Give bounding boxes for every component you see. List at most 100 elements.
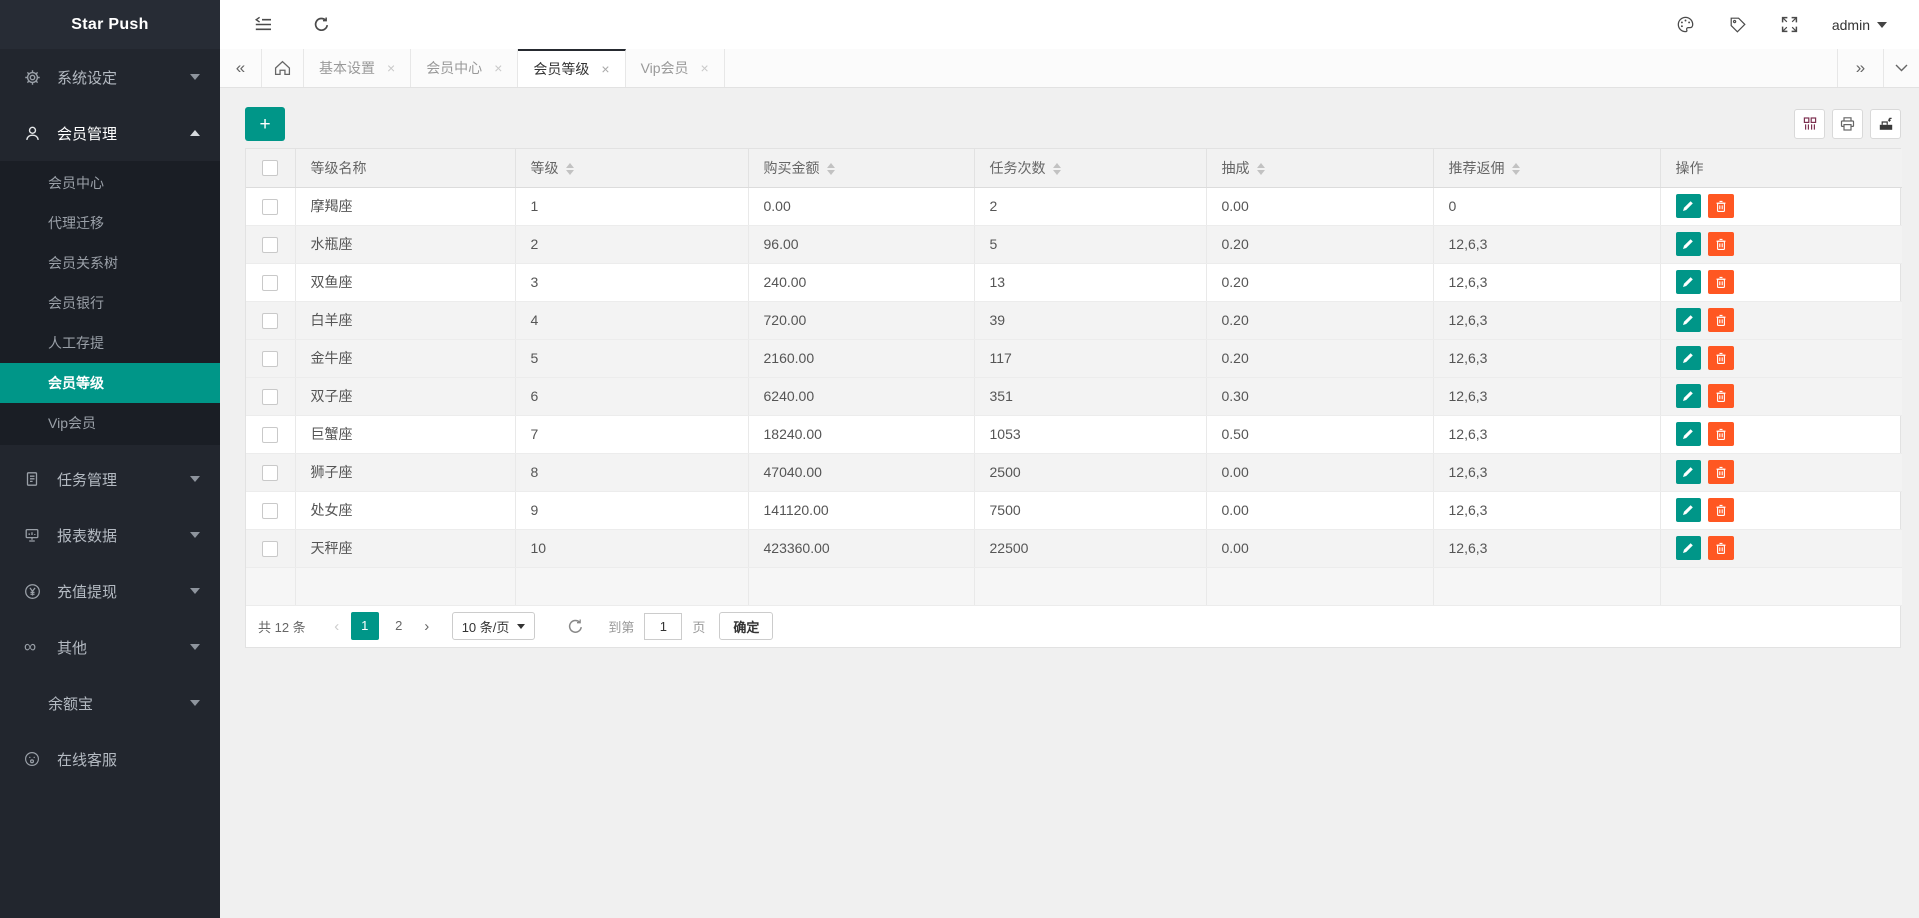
edit-button[interactable]: [1676, 232, 1701, 256]
cell-referral: 12,6,3: [1433, 491, 1660, 529]
sort-icon[interactable]: [1257, 163, 1265, 175]
cell-actions: [1660, 301, 1902, 339]
column-header-tasks[interactable]: 任务次数: [974, 149, 1206, 187]
sidebar-item-report-data[interactable]: 报表数据: [0, 507, 220, 563]
sidebar-item-member-tree[interactable]: 会员关系树: [0, 243, 220, 283]
tab-member-level[interactable]: 会员等级 ×: [518, 49, 625, 87]
topbar-left: [254, 16, 330, 33]
column-header-commission[interactable]: 抽成: [1206, 149, 1433, 187]
delete-button[interactable]: [1708, 232, 1734, 256]
page-size-select[interactable]: 10 条/页: [452, 612, 536, 640]
cell-amount: 0.00: [748, 187, 974, 225]
sidebar-item-recharge-withdraw[interactable]: 充值提现: [0, 563, 220, 619]
user-menu[interactable]: admin: [1832, 17, 1887, 33]
edit-button[interactable]: [1676, 422, 1701, 446]
delete-button[interactable]: [1708, 270, 1734, 294]
tab-vip-member[interactable]: Vip会员 ×: [626, 49, 725, 87]
column-header-amount[interactable]: 购买金额: [748, 149, 974, 187]
select-all-checkbox[interactable]: [262, 160, 278, 176]
edit-button[interactable]: [1676, 308, 1701, 332]
row-checkbox[interactable]: [262, 351, 278, 367]
fullscreen-icon[interactable]: [1781, 16, 1798, 33]
home-icon[interactable]: [262, 49, 304, 87]
tab-member-center[interactable]: 会员中心 ×: [411, 49, 518, 87]
edit-button[interactable]: [1676, 460, 1701, 484]
delete-button[interactable]: [1708, 460, 1734, 484]
close-icon[interactable]: ×: [701, 60, 709, 76]
collapse-sidebar-icon[interactable]: [254, 16, 273, 33]
row-checkbox[interactable]: [262, 199, 278, 215]
cell-level-name: 双子座: [295, 377, 515, 415]
sidebar-item-member-center[interactable]: 会员中心: [0, 163, 220, 203]
close-icon[interactable]: ×: [601, 61, 609, 77]
close-icon[interactable]: ×: [387, 60, 395, 76]
sidebar-item-member-bank[interactable]: 会员银行: [0, 283, 220, 323]
edit-button[interactable]: [1676, 498, 1701, 522]
edit-button[interactable]: [1676, 536, 1701, 560]
sort-icon[interactable]: [566, 163, 574, 175]
row-checkbox[interactable]: [262, 503, 278, 519]
add-record-button[interactable]: +: [245, 107, 285, 141]
close-icon[interactable]: ×: [494, 60, 502, 76]
print-icon[interactable]: [1832, 109, 1863, 139]
sidebar-item-manual-deposit[interactable]: 人工存提: [0, 323, 220, 363]
sidebar-item-other[interactable]: ∞ 其他: [0, 619, 220, 675]
prev-page-icon[interactable]: ‹: [326, 618, 348, 635]
sort-icon[interactable]: [827, 163, 835, 175]
row-checkbox[interactable]: [262, 389, 278, 405]
column-header-name: 等级名称: [295, 149, 515, 187]
column-header-referral[interactable]: 推荐返佣: [1433, 149, 1660, 187]
cell-level-name: 水瓶座: [295, 225, 515, 263]
row-checkbox[interactable]: [262, 313, 278, 329]
row-checkbox[interactable]: [262, 541, 278, 557]
edit-button[interactable]: [1676, 346, 1701, 370]
goto-page-input[interactable]: [644, 613, 682, 640]
sort-icon[interactable]: [1053, 163, 1061, 175]
row-checkbox[interactable]: [262, 465, 278, 481]
tabs-scroll-left-icon[interactable]: «: [220, 49, 262, 87]
sidebar-item-yuebao[interactable]: 余额宝: [0, 675, 220, 731]
refresh-icon[interactable]: [313, 16, 330, 33]
sidebar-item-task-management[interactable]: 任务管理: [0, 451, 220, 507]
tabs-menu-chevron-icon[interactable]: [1883, 49, 1919, 87]
delete-button[interactable]: [1708, 498, 1734, 522]
cell-actions: [1660, 377, 1902, 415]
delete-button[interactable]: [1708, 536, 1734, 560]
sidebar-item-label: 系统设定: [57, 67, 190, 88]
theme-palette-icon[interactable]: [1676, 15, 1695, 34]
delete-button[interactable]: [1708, 308, 1734, 332]
delete-button[interactable]: [1708, 346, 1734, 370]
delete-button[interactable]: [1708, 194, 1734, 218]
page-button-2[interactable]: 2: [385, 612, 413, 640]
delete-button[interactable]: [1708, 422, 1734, 446]
sidebar-item-label: 其他: [57, 637, 190, 658]
sidebar-item-system-settings[interactable]: 系统设定: [0, 49, 220, 105]
pagination-refresh-icon[interactable]: [567, 618, 584, 635]
cell-level: 10: [515, 529, 748, 567]
confirm-button[interactable]: 确定: [719, 612, 773, 640]
column-header-level[interactable]: 等级: [515, 149, 748, 187]
sidebar-item-member-level[interactable]: 会员等级: [0, 363, 220, 403]
tag-icon[interactable]: [1729, 16, 1747, 34]
page-size-value: 10 条/页: [462, 617, 510, 636]
sidebar-item-agent-migration[interactable]: 代理迁移: [0, 203, 220, 243]
tabs-scroll-right-icon[interactable]: »: [1837, 49, 1883, 87]
row-checkbox[interactable]: [262, 275, 278, 291]
cell-tasks: 2500: [974, 453, 1206, 491]
cell-commission: 0.00: [1206, 529, 1433, 567]
sidebar-item-online-service[interactable]: 在线客服: [0, 731, 220, 787]
sidebar-item-vip-member[interactable]: Vip会员: [0, 403, 220, 443]
tab-basic-settings[interactable]: 基本设置 ×: [304, 49, 411, 87]
edit-button[interactable]: [1676, 270, 1701, 294]
next-page-icon[interactable]: ›: [416, 618, 438, 635]
export-icon[interactable]: [1870, 109, 1901, 139]
edit-button[interactable]: [1676, 194, 1701, 218]
edit-button[interactable]: [1676, 384, 1701, 408]
row-checkbox[interactable]: [262, 427, 278, 443]
delete-button[interactable]: [1708, 384, 1734, 408]
column-settings-icon[interactable]: [1794, 109, 1825, 139]
sort-icon[interactable]: [1512, 163, 1520, 175]
page-button-1[interactable]: 1: [351, 612, 379, 640]
row-checkbox[interactable]: [262, 237, 278, 253]
sidebar-item-member-management[interactable]: 会员管理: [0, 105, 220, 161]
